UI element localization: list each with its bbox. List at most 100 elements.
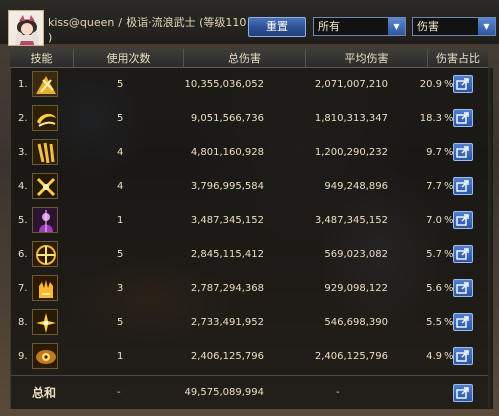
violet-warrior-icon	[32, 207, 58, 233]
row-total-damage: 3,487,345,152	[190, 215, 264, 226]
row-rank: 5.	[18, 215, 28, 226]
metric-filter-value: 伤害	[417, 20, 439, 33]
row-total-damage: 9,051,566,736	[190, 113, 264, 124]
table-row: 1. 5 10,355,036,052 2,071,007,210 20.9%	[10, 69, 488, 100]
row-rank: 1.	[18, 79, 28, 90]
golden-seal-icon	[32, 241, 58, 267]
class-title-cont: )	[48, 31, 53, 44]
row-total-damage: 2,406,125,796	[190, 351, 264, 362]
title-separator: /	[118, 16, 123, 29]
chevron-down-icon[interactable]: ▼	[388, 18, 405, 35]
row-damage-share: 7.7	[426, 181, 442, 192]
row-rank: 6.	[18, 249, 28, 260]
row-uses: 5	[117, 249, 124, 260]
share-button[interactable]	[453, 384, 473, 402]
type-filter-value: 所有	[318, 20, 340, 33]
row-total-damage: 3,796,995,584	[190, 181, 264, 192]
total-damage: 49,575,089,994	[184, 387, 264, 398]
share-icon	[456, 248, 469, 260]
row-total-damage: 2,787,294,368	[190, 283, 264, 294]
share-button[interactable]	[453, 245, 473, 263]
share-icon	[456, 146, 469, 158]
total-avg: -	[336, 387, 340, 398]
row-damage-share: 5.5	[426, 317, 442, 328]
user-name: kiss@queen	[48, 16, 115, 29]
share-icon	[456, 214, 469, 226]
row-total-damage: 2,733,491,952	[190, 317, 264, 328]
row-damage-share: 9.7	[426, 147, 442, 158]
row-rank: 8.	[18, 317, 28, 328]
row-damage-share: 4.9	[426, 351, 442, 362]
row-uses: 5	[117, 79, 124, 90]
share-button[interactable]	[453, 109, 473, 127]
share-icon	[456, 78, 469, 90]
row-total-damage: 4,801,160,928	[190, 147, 264, 158]
triple-slash-icon	[32, 139, 58, 165]
avatar	[8, 10, 44, 46]
column-header-skill[interactable]: 技能	[10, 49, 74, 68]
share-icon	[456, 387, 469, 399]
table-row: 7. 3 2,787,294,368 929,098,122 5.6%	[10, 273, 488, 304]
column-header-total[interactable]: 总伤害	[184, 49, 306, 68]
stats-header: kiss@queen / 极诣·流浪武士 (等级110 ) 重置 所有 ▼ 伤害 ▼	[0, 0, 499, 46]
table-row: 8. 5 2,733,491,952 546,698,390 5.5%	[10, 307, 488, 338]
row-avg-damage: 3,487,345,152	[314, 215, 388, 226]
share-button[interactable]	[453, 347, 473, 365]
share-icon	[456, 112, 469, 124]
row-uses: 5	[117, 113, 124, 124]
row-uses: 4	[117, 181, 124, 192]
row-total-damage: 10,355,036,052	[184, 79, 264, 90]
flame-palm-icon	[32, 275, 58, 301]
scrollbar[interactable]	[488, 68, 493, 409]
row-uses: 4	[117, 147, 124, 158]
row-avg-damage: 929,098,122	[324, 283, 388, 294]
reset-button[interactable]: 重置	[248, 17, 306, 37]
row-rank: 4.	[18, 181, 28, 192]
share-button[interactable]	[453, 313, 473, 331]
row-rank: 7.	[18, 283, 28, 294]
swords-burst-icon	[32, 71, 58, 97]
table-row: 4. 4 3,796,995,584 949,248,896 7.7%	[10, 171, 488, 202]
table-row: 3. 4 4,801,160,928 1,200,290,232 9.7%	[10, 137, 488, 168]
total-label: 总和	[32, 386, 57, 400]
total-row: 总和 - 49,575,089,994 -	[10, 375, 488, 409]
share-icon	[456, 316, 469, 328]
crescent-slash-icon	[32, 105, 58, 131]
total-uses: -	[117, 387, 121, 398]
share-icon	[456, 350, 469, 362]
row-rank: 3.	[18, 147, 28, 158]
row-total-damage: 2,845,115,412	[190, 249, 264, 260]
row-damage-share: 18.3	[419, 113, 442, 124]
row-rank: 2.	[18, 113, 28, 124]
row-damage-share: 5.7	[426, 249, 442, 260]
type-filter-select[interactable]: 所有 ▼	[313, 17, 406, 36]
table-row: 9. 1 2,406,125,796 2,406,125,796 4.9%	[10, 341, 488, 372]
row-avg-damage: 2,406,125,796	[314, 351, 388, 362]
column-header-uses[interactable]: 使用次数	[74, 49, 184, 68]
table-row: 6. 5 2,845,115,412 569,023,082 5.7%	[10, 239, 488, 270]
share-button[interactable]	[453, 75, 473, 93]
share-button[interactable]	[453, 143, 473, 161]
share-button[interactable]	[453, 177, 473, 195]
row-damage-share: 5.6	[426, 283, 442, 294]
share-icon	[456, 180, 469, 192]
character-title: kiss@queen / 极诣·流浪武士 (等级110	[48, 16, 247, 30]
row-damage-share: 7.0	[426, 215, 442, 226]
chevron-down-icon[interactable]: ▼	[478, 18, 495, 35]
cross-blade-icon	[32, 173, 58, 199]
table-header: 技能 使用次数 总伤害 平均伤害 伤害占比	[10, 49, 488, 68]
row-avg-damage: 1,200,290,232	[314, 147, 388, 158]
share-button[interactable]	[453, 279, 473, 297]
table-row: 2. 5 9,051,566,736 1,810,313,347 18.3%	[10, 103, 488, 134]
row-uses: 3	[117, 283, 124, 294]
row-avg-damage: 1,810,313,347	[314, 113, 388, 124]
class-title: 极诣·流浪武士 (等级110	[126, 16, 247, 29]
row-uses: 5	[117, 317, 124, 328]
metric-filter-select[interactable]: 伤害 ▼	[412, 17, 496, 36]
column-header-share[interactable]: 伤害占比	[428, 49, 488, 68]
row-avg-damage: 569,023,082	[324, 249, 388, 260]
share-button[interactable]	[453, 211, 473, 229]
row-uses: 1	[117, 215, 124, 226]
row-damage-share: 20.9	[419, 79, 442, 90]
column-header-avg[interactable]: 平均伤害	[306, 49, 428, 68]
